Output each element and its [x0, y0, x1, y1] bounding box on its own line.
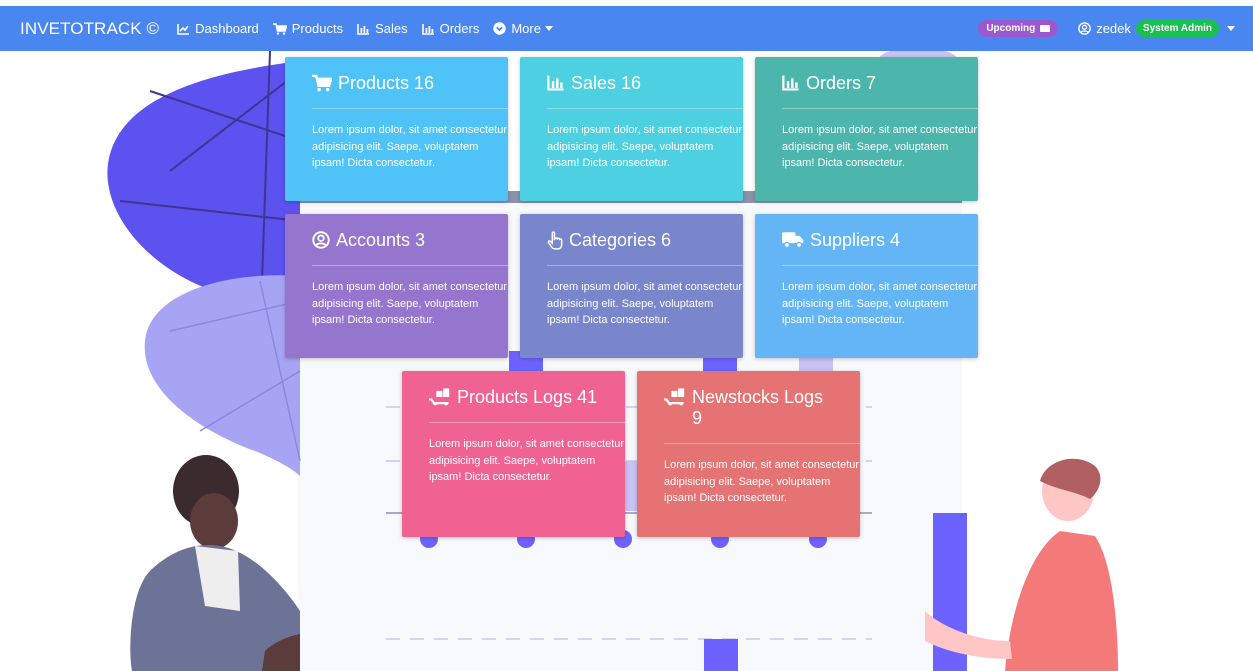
cart-icon [272, 22, 287, 35]
card-products-logs[interactable]: Products Logs 41 Lorem ipsum dolor, sit … [402, 371, 625, 537]
card-accounts[interactable]: Accounts 3 Lorem ipsum dolor, sit amet c… [285, 214, 508, 358]
card-newstocks-logs[interactable]: Newstocks Logs 9 Lorem ipsum dolor, sit … [637, 371, 860, 537]
card-title: Products 16 [312, 73, 481, 94]
divider [312, 108, 508, 109]
nav-more-dropdown[interactable]: More [493, 21, 553, 36]
divider [429, 422, 625, 423]
role-badge: System Admin [1135, 20, 1219, 37]
card-description: Lorem ipsum dolor, sit amet consectetur … [312, 281, 508, 326]
chart-line-icon [177, 23, 190, 35]
page: INVETOTRACK © Dashboard Products Sales O… [0, 0, 1253, 671]
divider [312, 265, 508, 266]
divider [547, 265, 743, 266]
chart-bar-icon [357, 23, 370, 35]
card-title: Suppliers 4 [782, 230, 951, 251]
chart-bar-icon [782, 75, 799, 91]
nav-sales-label: Sales [375, 21, 408, 36]
user-circle-icon [1078, 22, 1092, 35]
card-title: Categories 6 [547, 230, 716, 251]
chevron-down-icon [544, 26, 553, 31]
envelope-icon [1040, 25, 1051, 32]
card-description: Lorem ipsum dolor, sit amet consectetur … [429, 438, 625, 483]
nav-dashboard[interactable]: Dashboard [177, 21, 259, 36]
card-title-text: Categories 6 [569, 230, 672, 250]
nav-dashboard-label: Dashboard [195, 21, 259, 36]
card-title: Products Logs 41 [429, 387, 599, 408]
dolly-icon [429, 388, 450, 406]
card-title: Accounts 3 [312, 230, 481, 251]
card-products[interactable]: Products 16 Lorem ipsum dolor, sit amet … [285, 57, 508, 201]
dolly-icon [664, 388, 685, 406]
card-title-text: Newstocks Logs 9 [692, 387, 824, 428]
nav-sales[interactable]: Sales [357, 21, 408, 36]
brand-logo[interactable]: INVETOTRACK © [20, 19, 159, 39]
upcoming-badge[interactable]: Upcoming [978, 20, 1059, 37]
card-sales[interactable]: Sales 16 Lorem ipsum dolor, sit amet con… [520, 57, 743, 201]
card-categories[interactable]: Categories 6 Lorem ipsum dolor, sit amet… [520, 214, 743, 358]
divider [782, 108, 978, 109]
card-suppliers[interactable]: Suppliers 4 Lorem ipsum dolor, sit amet … [755, 214, 978, 358]
card-description: Lorem ipsum dolor, sit amet consectetur … [547, 124, 743, 169]
card-title-text: Accounts 3 [336, 230, 426, 250]
nav-products[interactable]: Products [272, 21, 344, 36]
chevron-down-icon [1227, 26, 1235, 31]
divider [664, 443, 860, 444]
card-title-text: Sales 16 [571, 73, 642, 93]
card-title: Newstocks Logs 9 [664, 387, 834, 429]
card-description: Lorem ipsum dolor, sit amet consectetur … [782, 281, 978, 326]
chevron-circle-down-icon [493, 22, 507, 35]
nav-products-label: Products [291, 21, 344, 36]
divider [782, 265, 978, 266]
card-title-text: Orders 7 [806, 73, 877, 93]
card-description: Lorem ipsum dolor, sit amet consectetur … [782, 124, 978, 169]
upcoming-label: Upcoming [986, 23, 1036, 34]
hand-pointer-icon [547, 231, 563, 250]
navbar-right: Upcoming zedek System Admin [978, 6, 1235, 51]
card-description: Lorem ipsum dolor, sit amet consectetur … [312, 124, 508, 169]
card-orders[interactable]: Orders 7 Lorem ipsum dolor, sit amet con… [755, 57, 978, 201]
chart-bar-icon [421, 23, 434, 35]
user-menu[interactable]: zedek System Admin [1078, 20, 1235, 37]
card-title-text: Suppliers 4 [810, 230, 901, 250]
top-navbar: INVETOTRACK © Dashboard Products Sales O… [0, 6, 1253, 51]
truck-icon [782, 232, 804, 248]
card-description: Lorem ipsum dolor, sit amet consectetur … [547, 281, 743, 326]
nav-orders-label: Orders [439, 21, 480, 36]
card-description: Lorem ipsum dolor, sit amet consectetur … [664, 459, 860, 504]
card-title-text: Products 16 [338, 73, 435, 93]
card-title: Sales 16 [547, 73, 716, 94]
card-title-text: Products Logs 41 [457, 387, 598, 407]
cart-icon [312, 74, 332, 92]
user-name: zedek [1096, 21, 1131, 36]
nav-orders[interactable]: Orders [421, 21, 480, 36]
card-title: Orders 7 [782, 73, 951, 94]
user-circle-icon [312, 231, 330, 249]
divider [547, 108, 743, 109]
nav-more-label: More [511, 21, 541, 36]
chart-bar-icon [547, 75, 564, 91]
